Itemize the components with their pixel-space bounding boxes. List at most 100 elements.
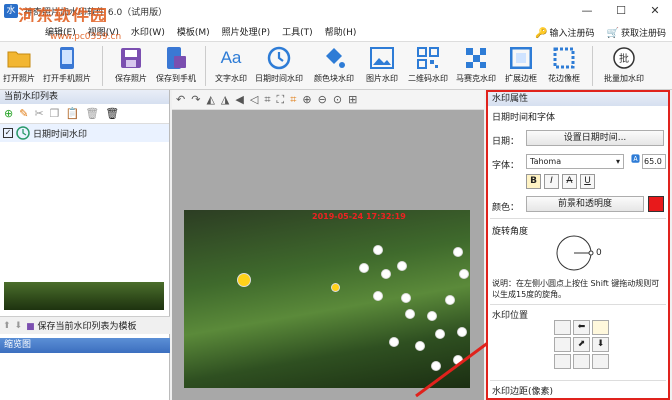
paste-icon[interactable]: 📋: [66, 107, 80, 120]
list-item[interactable]: ✓ 日期时间水印: [0, 124, 169, 142]
position-bottom-left[interactable]: [554, 354, 571, 369]
datetime-watermark-button[interactable]: 日期时间水印: [250, 42, 308, 90]
color-swatch[interactable]: [648, 196, 664, 212]
save-icon: ■: [26, 322, 35, 332]
rotation-section-title: 旋转角度: [492, 227, 529, 237]
save-to-phone-button[interactable]: 保存到手机: [153, 42, 199, 90]
position-top-left[interactable]: [554, 320, 571, 335]
thumbnail-header: 缩览图: [0, 338, 170, 353]
flip-left-icon[interactable]: ◭: [206, 93, 214, 106]
rotate-left-icon[interactable]: ◀: [235, 93, 243, 106]
underline-button[interactable]: U: [580, 174, 595, 189]
zoom-in-icon[interactable]: ⊕: [302, 93, 311, 106]
open-phone-photo-button[interactable]: 打开手机照片: [38, 42, 96, 90]
save-template-bar: ⬆ ⬇ ■ 保存当前水印列表为模板: [0, 316, 170, 334]
rotation-note: 说明：在左侧小圆点上按住 Shift 键拖动规则可以生成15度的旋角。: [492, 279, 660, 299]
mosaic-watermark-button[interactable]: 马赛克水印: [452, 42, 500, 90]
yellow-flower: [332, 284, 339, 291]
crop-tool-icon[interactable]: ⌗: [290, 93, 296, 107]
open-photo-button[interactable]: 打开照片: [0, 42, 38, 90]
daisy-flower: [398, 262, 406, 270]
set-datetime-button[interactable]: 设置日期时间...: [526, 130, 664, 146]
menu-help[interactable]: 帮助(H): [325, 25, 357, 38]
position-bottom-center[interactable]: [573, 354, 590, 369]
position-middle-right[interactable]: ⬇: [592, 337, 609, 352]
toolbar-divider: [205, 46, 206, 86]
toolbar-divider: [102, 46, 103, 86]
save-photo-button[interactable]: 保存照片: [109, 42, 153, 90]
color-label: 颜色：: [492, 203, 520, 213]
save-phone-icon: [163, 45, 189, 71]
daisy-flower: [382, 270, 390, 278]
font-dialog-icon[interactable]: 🅰: [628, 154, 643, 169]
title-bar: 水 神奇照片加水印软件 6.0（试用版） 河东软件园 — ☐ ✕: [0, 0, 672, 27]
undo-icon[interactable]: ↶: [176, 93, 185, 106]
trash-icon[interactable]: 🗑: [105, 107, 119, 120]
zoom-out-icon[interactable]: ⊖: [318, 93, 327, 106]
list-toolbar: ⊕ ✎ ✂ ❐ 📋 🗑 🗑: [0, 104, 169, 124]
menu-template[interactable]: 模板(M): [177, 25, 210, 38]
font-select[interactable]: Tahoma ▾: [526, 154, 624, 169]
image-watermark-button[interactable]: 图片水印: [360, 42, 404, 90]
item-checkbox[interactable]: ✓: [3, 128, 13, 138]
get-code-link[interactable]: 🛒 获取注册码: [607, 26, 666, 39]
folder-icon: [6, 45, 32, 71]
batch-watermark-button[interactable]: 批 批量加水印: [599, 42, 649, 90]
foreground-transparency-button[interactable]: 前景和透明度: [526, 196, 644, 212]
crop-icon[interactable]: ⌗: [264, 93, 270, 107]
cart-icon: 🛒: [606, 27, 619, 39]
daisy-flower: [390, 338, 398, 346]
daisy-flower: [460, 270, 468, 278]
move-up-icon[interactable]: ⬆: [3, 321, 11, 331]
svg-text:批: 批: [619, 52, 629, 65]
site-watermark-url: www.pc0359.cn: [50, 32, 122, 42]
font-size-input[interactable]: 65.0: [642, 154, 666, 169]
minimize-button[interactable]: —: [570, 0, 604, 22]
save-template-button[interactable]: ■ 保存当前水印列表为模板: [26, 319, 136, 332]
rotation-dial[interactable]: [554, 234, 600, 272]
close-button[interactable]: ✕: [638, 0, 672, 22]
maximize-button[interactable]: ☐: [604, 0, 638, 22]
clock-icon: [266, 45, 292, 71]
qrcode-watermark-button[interactable]: 二维码水印: [404, 42, 452, 90]
register-link[interactable]: 🔑 输入注册码: [535, 26, 594, 39]
cut-icon[interactable]: ✂: [34, 107, 43, 120]
color-block-watermark-button[interactable]: 颜色块水印: [308, 42, 360, 90]
copy-icon[interactable]: ❐: [50, 107, 60, 120]
margin-section-title: 水印边距(像素): [492, 387, 554, 397]
position-bottom-right[interactable]: [592, 354, 609, 369]
lace-frame-button[interactable]: 花边像框: [542, 42, 586, 90]
extend-border-button[interactable]: 扩展边框: [500, 42, 542, 90]
text-watermark-button[interactable]: Aa 文字水印: [212, 42, 250, 90]
daisy-flower: [454, 248, 462, 256]
bold-button[interactable]: B: [526, 174, 541, 189]
edit-icon[interactable]: ✎: [19, 107, 28, 120]
fullscreen-icon[interactable]: ⊞: [348, 93, 357, 106]
menu-tools[interactable]: 工具(T): [282, 25, 313, 38]
datetime-watermark-text[interactable]: 2019-05-24 17:32:19: [312, 212, 406, 221]
menu-watermark[interactable]: 水印(W): [131, 25, 165, 38]
watermark-properties-panel: 水印属性 日期时间和字体 日期： 设置日期时间... 字体： Tahoma ▾ 🅰…: [486, 90, 670, 400]
position-top-right[interactable]: [592, 320, 609, 335]
position-center[interactable]: ⬈: [573, 337, 590, 352]
position-middle-left[interactable]: [554, 337, 571, 352]
redo-icon[interactable]: ↷: [191, 93, 200, 106]
flip-vertical-icon[interactable]: ◮: [221, 93, 229, 106]
italic-button[interactable]: I: [544, 174, 559, 189]
delete-icon[interactable]: 🗑: [85, 107, 99, 120]
mosaic-icon: [463, 45, 489, 71]
image-icon: [369, 45, 395, 71]
move-down-icon[interactable]: ⬇: [15, 321, 23, 331]
fit-icon[interactable]: ⛶: [277, 93, 285, 107]
add-icon[interactable]: ⊕: [4, 107, 13, 120]
save-icon: [118, 45, 144, 71]
menu-photo[interactable]: 照片处理(P): [222, 25, 270, 38]
date-label: 日期：: [492, 137, 520, 147]
position-grid: ⬅ ⬈ ⬇: [554, 320, 609, 369]
rotate-right-icon[interactable]: ◁: [250, 93, 258, 106]
watermark-list-panel: 当前水印列表 ⊕ ✎ ✂ ❐ 📋 🗑 🗑 ✓ 日期时间水印 ⬆ ⬇ ■ 保存当前…: [0, 90, 170, 400]
strikethrough-button[interactable]: A: [562, 174, 577, 189]
watermark-list-header: 当前水印列表: [0, 90, 169, 104]
position-top-center[interactable]: ⬅: [573, 320, 590, 335]
zoom-actual-icon[interactable]: ⊙: [333, 93, 342, 106]
